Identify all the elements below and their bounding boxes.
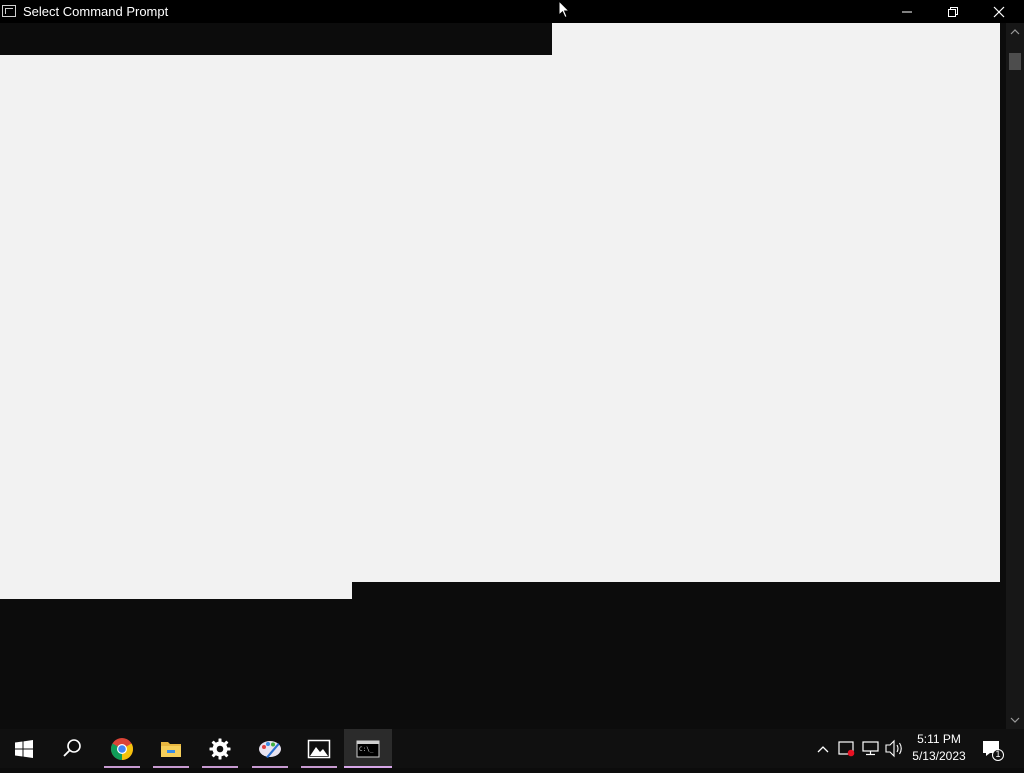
command-prompt-icon: C:\_ [356, 740, 380, 758]
chevron-up-icon [817, 746, 829, 753]
vertical-scrollbar[interactable] [1006, 23, 1024, 729]
action-center-button[interactable]: 1 [978, 737, 1006, 761]
taskbar-command-prompt[interactable]: C:\_ [344, 729, 392, 768]
search-icon [63, 739, 81, 757]
shield-icon [838, 741, 855, 757]
text-selection[interactable] [0, 55, 1000, 582]
taskbar: C:\_ 5:11 PM 5/13/2023 1 [0, 729, 1024, 768]
restore-icon [948, 7, 958, 17]
notification-count: 1 [995, 749, 1001, 759]
text-selection[interactable] [552, 23, 1000, 55]
console-area[interactable] [0, 23, 1006, 729]
text-selection[interactable] [0, 582, 352, 599]
paint-icon [259, 741, 281, 758]
volume-icon [885, 739, 902, 758]
command-prompt-icon [2, 5, 16, 17]
show-hidden-icons-button[interactable] [812, 729, 836, 768]
svg-text:C:\_: C:\_ [359, 746, 374, 753]
settings-icon [209, 738, 231, 760]
taskbar-photos[interactable] [295, 729, 343, 768]
window-title: Select Command Prompt [23, 4, 169, 19]
taskbar-file-explorer[interactable] [147, 729, 195, 768]
taskbar-paint[interactable] [246, 729, 294, 768]
search-button[interactable] [48, 729, 96, 768]
photos-icon [307, 739, 331, 759]
clock-date: 5/13/2023 [912, 749, 966, 763]
start-icon [15, 740, 33, 758]
volume-tray-icon[interactable] [883, 729, 905, 768]
taskbar-settings[interactable] [196, 729, 244, 768]
taskbar-chrome[interactable] [98, 729, 146, 768]
close-icon [993, 6, 1005, 18]
mouse-cursor-icon [558, 0, 570, 19]
security-tray-icon[interactable] [836, 729, 858, 768]
minimize-icon [902, 11, 912, 13]
title-bar[interactable]: Select Command Prompt [0, 0, 1024, 23]
taskbar-clock[interactable]: 5:11 PM 5/13/2023 [905, 731, 973, 765]
scroll-up-icon[interactable] [1010, 27, 1020, 37]
clock-time: 5:11 PM [917, 732, 961, 746]
restore-button[interactable] [930, 0, 976, 23]
scroll-thumb[interactable] [1009, 53, 1021, 70]
start-button[interactable] [0, 729, 48, 768]
network-icon [862, 741, 879, 756]
network-tray-icon[interactable] [859, 729, 883, 768]
minimize-button[interactable] [884, 0, 930, 23]
chrome-icon [111, 738, 133, 760]
file-explorer-icon [161, 742, 181, 757]
close-button[interactable] [976, 0, 1022, 23]
scroll-down-icon[interactable] [1010, 715, 1020, 725]
